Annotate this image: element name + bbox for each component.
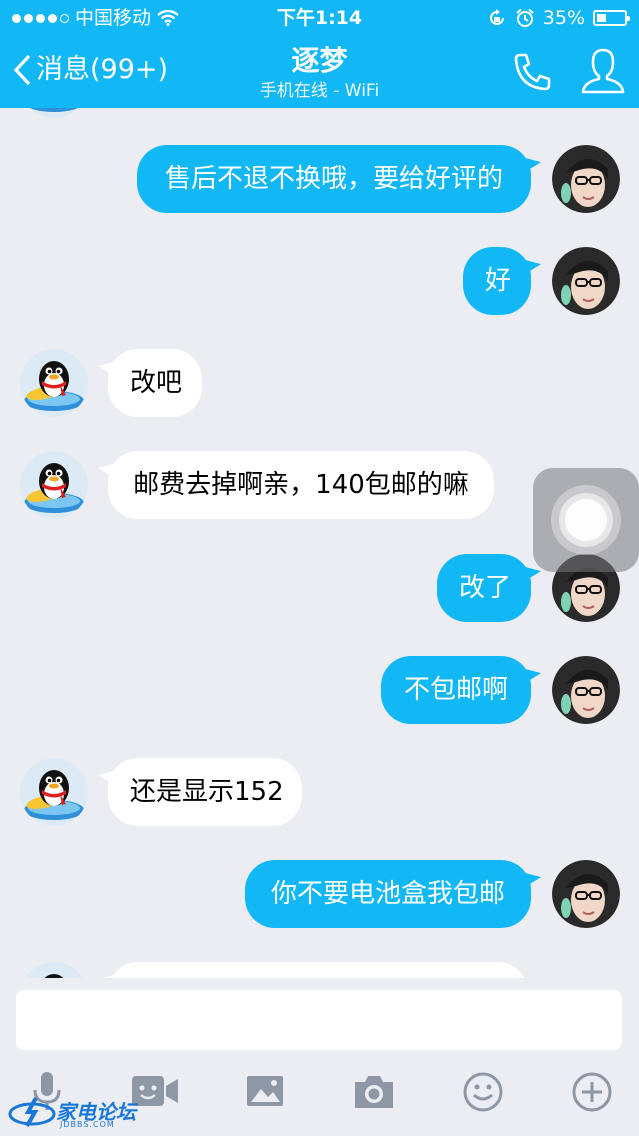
- emoji-icon: [463, 1072, 503, 1112]
- battery-icon: [593, 10, 630, 26]
- message-bubble-incoming[interactable]: 还是显示152: [108, 758, 302, 826]
- battery-label: 35%: [542, 7, 585, 29]
- contact-avatar[interactable]: [20, 451, 88, 519]
- image-icon: [247, 1076, 283, 1106]
- image-button[interactable]: [240, 1072, 290, 1112]
- contact-avatar[interactable]: [20, 962, 88, 978]
- message-bubble-outgoing[interactable]: 好: [463, 247, 531, 315]
- message-bubble-outgoing[interactable]: 你不要电池盒我包邮: [245, 860, 531, 928]
- message-bubble-incoming[interactable]: [108, 962, 528, 978]
- contact-avatar[interactable]: [20, 108, 88, 118]
- message-input[interactable]: [16, 990, 622, 1050]
- message-bubble-outgoing[interactable]: 改了: [437, 554, 531, 622]
- my-avatar[interactable]: [552, 860, 620, 928]
- contact-avatar[interactable]: [20, 758, 88, 826]
- profile-button[interactable]: [580, 46, 626, 100]
- nav-header: 中国移动 下午1:14 35% 消息(99+) 逐梦 手机在线 - WiFi: [0, 0, 639, 108]
- more-button[interactable]: [567, 1072, 617, 1112]
- camera-button[interactable]: [349, 1072, 399, 1112]
- rotation-lock-icon: [489, 9, 504, 25]
- camera-icon: [355, 1076, 393, 1108]
- person-icon: [581, 48, 625, 94]
- message-bubble-outgoing[interactable]: 不包邮啊: [381, 656, 531, 724]
- assistive-touch-button[interactable]: [533, 468, 639, 572]
- my-avatar[interactable]: [552, 247, 620, 315]
- phone-icon: [514, 53, 551, 91]
- status-right: 35%: [487, 6, 630, 30]
- message-bubble-incoming[interactable]: 邮费去掉啊亲，140包邮的嘛: [108, 451, 494, 519]
- my-avatar[interactable]: [552, 656, 620, 724]
- plus-icon: [572, 1072, 612, 1112]
- watermark-logo-icon: [8, 1097, 56, 1127]
- message-bubble-outgoing[interactable]: 售后不退不换哦，要给好评的: [137, 145, 531, 213]
- call-button[interactable]: [510, 50, 554, 98]
- contact-avatar[interactable]: [20, 349, 88, 417]
- my-avatar[interactable]: [552, 145, 620, 213]
- watermark-subtext: JDBBS.COM: [60, 1120, 115, 1129]
- alarm-icon: [516, 8, 534, 27]
- message-bubble-incoming[interactable]: 改吧: [108, 349, 202, 417]
- watermark: 家电论坛 JDBBS.COM: [8, 1094, 138, 1130]
- emoji-button[interactable]: [458, 1072, 508, 1112]
